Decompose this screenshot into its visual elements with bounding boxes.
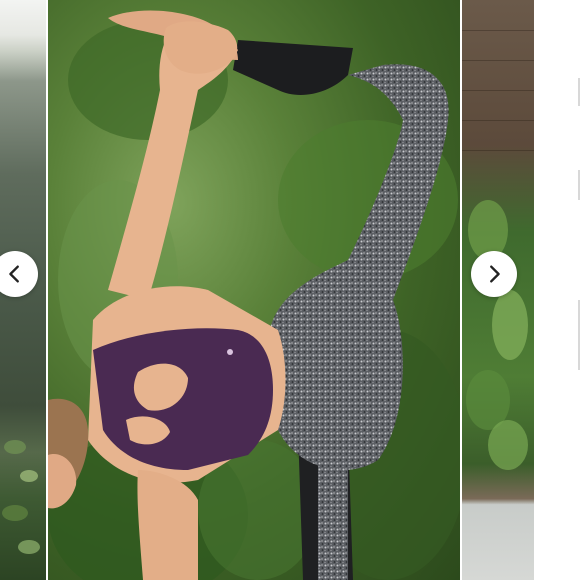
chevron-right-icon [490,265,500,283]
image-carousel [0,0,580,580]
chevron-left-icon [9,265,19,283]
yoga-figure-illustration [48,10,449,580]
main-slide-image[interactable] [48,0,460,580]
next-slide-button[interactable] [471,251,517,297]
